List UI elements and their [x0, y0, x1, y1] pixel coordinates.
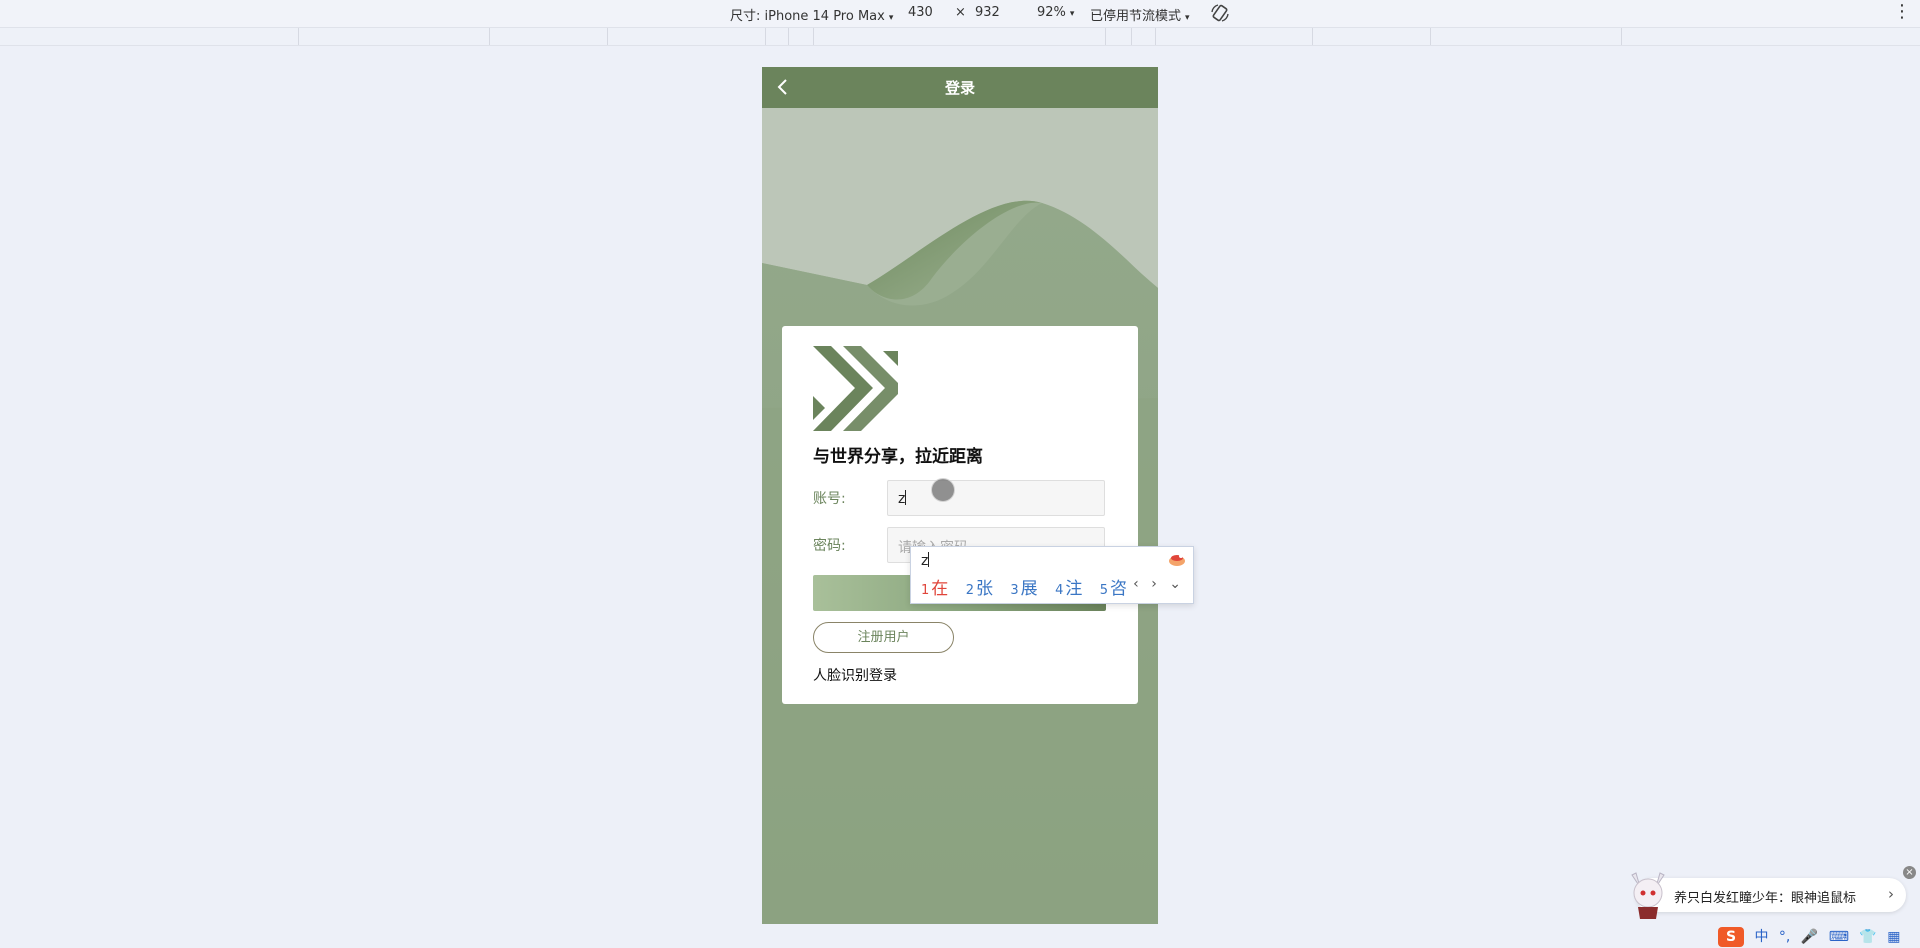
- candidate-number: 2: [965, 583, 974, 598]
- toolbox-icon[interactable]: ▦: [1887, 929, 1900, 945]
- chevron-right-icon[interactable]: ›: [1888, 885, 1894, 903]
- password-label: 密码:: [813, 538, 846, 554]
- text-cursor: [928, 552, 930, 567]
- ime-tray: S 中 °, 🎤 ⌨ 👕 ▦: [1718, 926, 1907, 948]
- keyboard-icon[interactable]: ⌨: [1829, 929, 1849, 945]
- candidate-number: 3: [1010, 583, 1019, 598]
- face-login-link[interactable]: 人脸识别登录: [813, 665, 897, 685]
- zoom-value: 92%: [1037, 5, 1066, 20]
- punctuation-icon[interactable]: °,: [1779, 929, 1790, 945]
- ruler-tick: [1105, 28, 1106, 45]
- ime-skin-icon[interactable]: [1167, 551, 1187, 567]
- ime-composition-text: z: [921, 553, 929, 569]
- account-label: 账号:: [813, 491, 846, 507]
- ruler-tick: [1155, 28, 1156, 45]
- ruler-tick: [765, 28, 766, 45]
- nav-bar: 登录: [762, 67, 1158, 108]
- phone-viewport: 登录 与世界分享，拉近距离 账号: z 密码: 注册用户 人脸识别登录: [762, 67, 1158, 924]
- candidate-text: 注: [1065, 579, 1083, 599]
- ruler-tick: [1131, 28, 1132, 45]
- close-notification-icon[interactable]: ×: [1903, 866, 1916, 879]
- notification-text: 养只白发红瞳少年：眼神追鼠标: [1674, 891, 1857, 906]
- ime-candidate[interactable]: 2张: [966, 574, 993, 599]
- app-logo: [813, 346, 898, 431]
- ime-candidate[interactable]: 4注: [1055, 574, 1082, 599]
- devtools-toolbar: 尺寸: iPhone 14 Pro Max ▾ 430 × 932 92% ▾ 已停…: [0, 0, 1920, 28]
- account-value: z: [898, 491, 906, 507]
- ruler-tick: [1312, 28, 1313, 45]
- ime-candidate-list: 1在 2张 3展 4注 5咨: [921, 574, 1139, 599]
- width-input[interactable]: 430: [908, 5, 933, 20]
- ruler-tick: [1430, 28, 1431, 45]
- throttle-select[interactable]: 已停用节流模式 ▾: [1090, 5, 1190, 24]
- candidate-number: 5: [1099, 583, 1109, 598]
- ruler-tick: [788, 28, 789, 45]
- account-input[interactable]: z: [887, 480, 1105, 516]
- candidate-text: 咨: [1110, 579, 1128, 599]
- dimension-separator: ×: [955, 5, 966, 20]
- touch-cursor: [931, 478, 955, 502]
- chevron-down-icon: ▾: [1069, 9, 1075, 19]
- mascot-avatar: [1631, 872, 1665, 919]
- more-options-icon[interactable]: ⋮: [1893, 2, 1911, 22]
- chevron-down-icon: ▾: [888, 13, 894, 23]
- ime-candidate[interactable]: 1在: [921, 574, 948, 599]
- text-cursor: [905, 490, 907, 505]
- login-card: 与世界分享，拉近距离 账号: z 密码: 请输入密码 登录 注册用户 人脸识别登…: [782, 326, 1138, 704]
- candidate-text: 张: [975, 579, 993, 599]
- ruler-tick: [1621, 28, 1622, 45]
- height-input[interactable]: 932: [975, 5, 1000, 20]
- ruler-tick: [607, 28, 608, 45]
- ruler-tick: [298, 28, 299, 45]
- language-toggle[interactable]: 中: [1754, 926, 1768, 946]
- device-label: 尺寸: iPhone 14 Pro Max: [730, 9, 885, 24]
- sogou-logo-icon[interactable]: S: [1718, 927, 1744, 947]
- throttle-value: 已停用节流模式: [1090, 9, 1182, 24]
- skin-icon[interactable]: 👕: [1859, 929, 1876, 945]
- ime-page-nav-icon[interactable]: ‹ › ⌄: [1133, 576, 1185, 592]
- ime-candidate-popup: z 1在 2张 3展 4注 5咨 ‹ › ⌄: [910, 546, 1194, 604]
- ime-notification[interactable]: 养只白发红瞳少年：眼神追鼠标 ›: [1636, 878, 1906, 912]
- slogan: 与世界分享，拉近距离: [813, 447, 983, 467]
- candidate-number: 1: [921, 583, 930, 598]
- zoom-select[interactable]: 92% ▾: [1037, 5, 1074, 20]
- chevron-down-icon: ▾: [1185, 13, 1190, 23]
- candidate-number: 4: [1055, 583, 1064, 598]
- ime-candidate[interactable]: 5咨: [1100, 574, 1127, 599]
- page-title: 登录: [944, 79, 975, 97]
- ruler-tick: [813, 28, 814, 45]
- microphone-icon[interactable]: 🎤: [1801, 929, 1818, 945]
- candidate-text: 展: [1020, 579, 1038, 599]
- candidate-text: 在: [931, 579, 949, 599]
- ruler-tick: [489, 28, 490, 45]
- device-select[interactable]: 尺寸: iPhone 14 Pro Max ▾: [730, 5, 893, 24]
- register-button[interactable]: 注册用户: [813, 622, 954, 653]
- ime-candidate[interactable]: 3展: [1010, 574, 1037, 599]
- rotate-icon[interactable]: [1210, 3, 1230, 23]
- ime-composition: z: [921, 552, 930, 569]
- media-query-ruler: [0, 28, 1920, 46]
